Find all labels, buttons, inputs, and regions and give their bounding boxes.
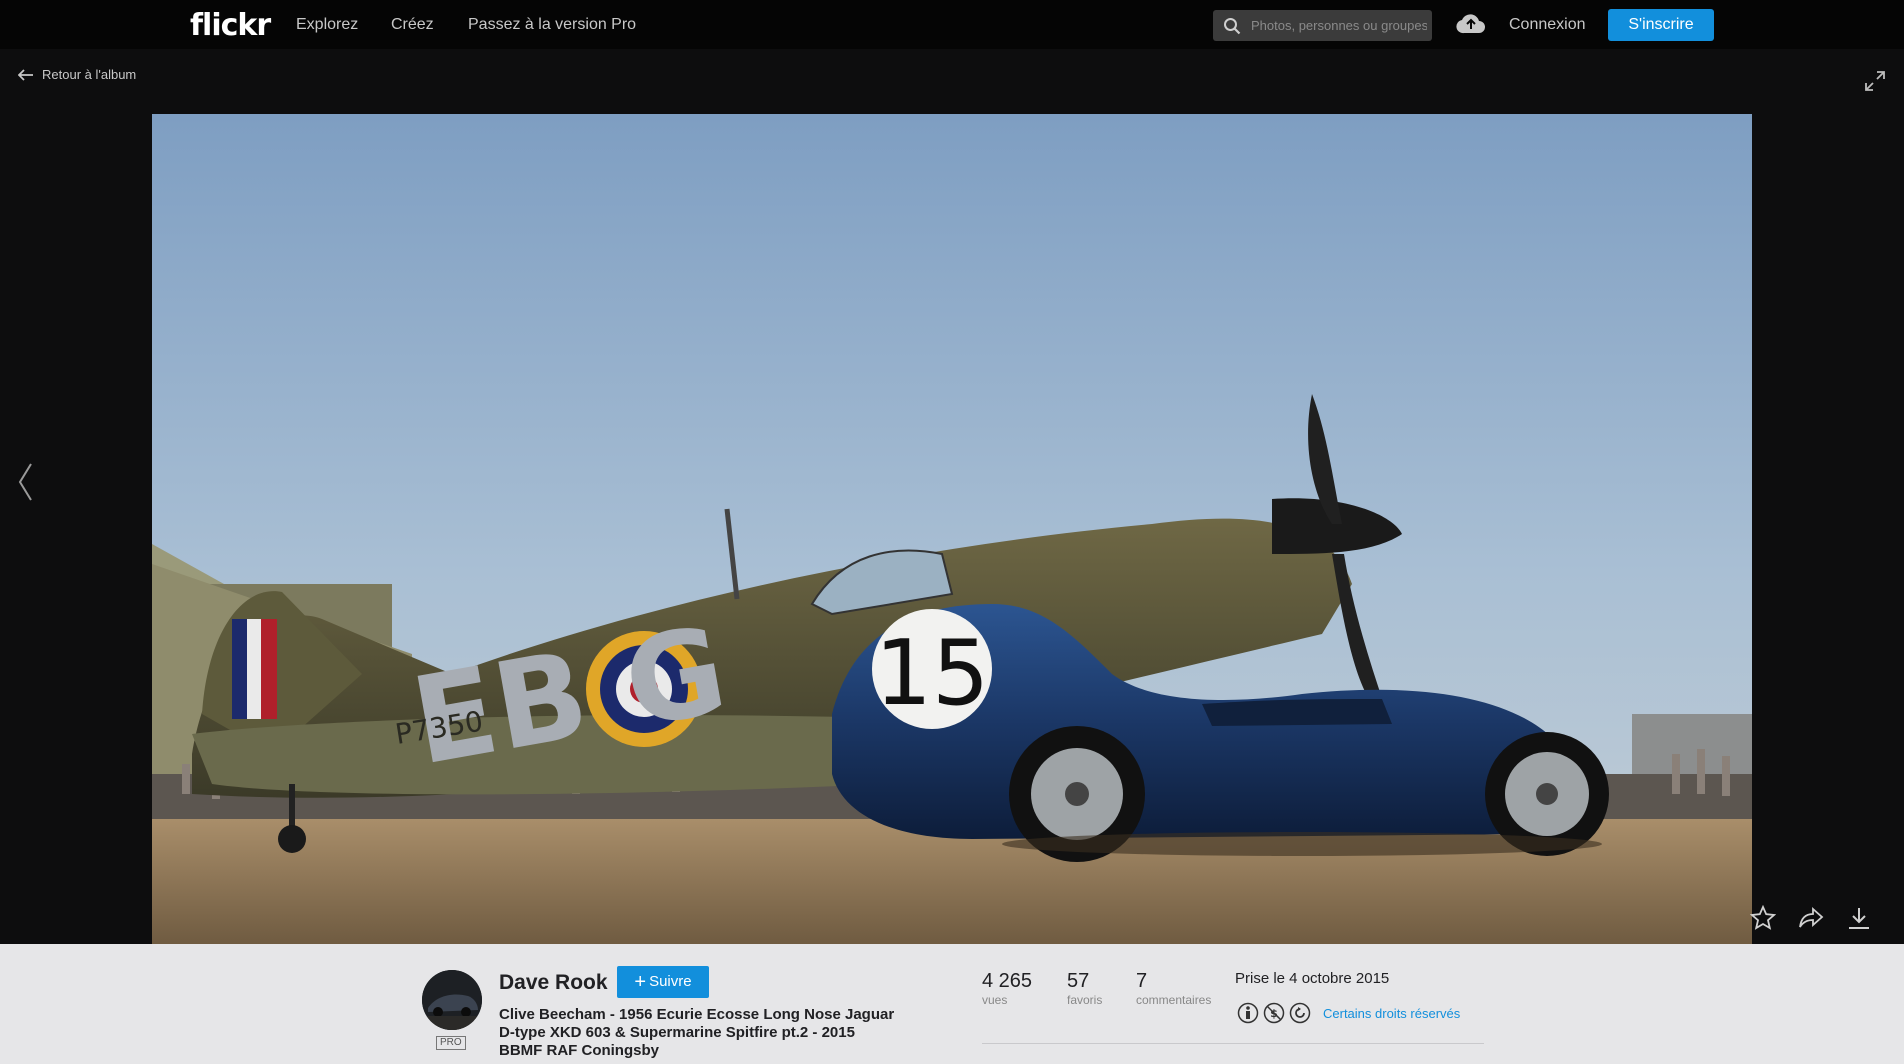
follow-label: Suivre bbox=[649, 973, 692, 990]
owner-avatar[interactable] bbox=[422, 970, 482, 1030]
date-taken: Prise le 4 octobre 2015 bbox=[1235, 970, 1390, 987]
stat-favorites: 57 favoris bbox=[1067, 970, 1102, 1007]
nav-upgrade-pro[interactable]: Passez à la version Pro bbox=[468, 16, 636, 34]
comments-count: 7 bbox=[1136, 970, 1148, 992]
owner-name[interactable]: Dave Rook bbox=[499, 971, 608, 995]
stat-views: 4 265 vues bbox=[982, 970, 1032, 1007]
comments-label: commentaires bbox=[1136, 993, 1212, 1007]
nav-create[interactable]: Créez bbox=[391, 16, 434, 34]
photo-title-line: BBMF RAF Coningsby bbox=[499, 1042, 659, 1059]
login-link[interactable]: Connexion bbox=[1509, 16, 1586, 34]
main-photo[interactable]: EB G P7350 15 bbox=[152, 114, 1752, 947]
cc-sharealike-icon bbox=[1289, 1002, 1311, 1024]
search-box[interactable] bbox=[1213, 10, 1432, 41]
cc-attribution-icon bbox=[1237, 1002, 1259, 1024]
back-to-album-link[interactable]: Retour à l'album bbox=[18, 67, 136, 82]
plus-icon: + bbox=[634, 971, 647, 993]
views-label: vues bbox=[982, 993, 1008, 1007]
arrow-left-icon bbox=[18, 68, 33, 81]
top-navigation-bar: flickr Explorez Créez Passez à la versio… bbox=[0, 0, 1904, 49]
expand-icon[interactable] bbox=[1864, 70, 1886, 92]
follow-button[interactable]: + Suivre bbox=[617, 966, 709, 998]
signup-button[interactable]: S'inscrire bbox=[1608, 9, 1714, 41]
car-race-number: 15 bbox=[875, 621, 990, 726]
cc-noncommercial-icon: $ bbox=[1263, 1002, 1285, 1024]
stat-comments: 7 commentaires bbox=[1136, 970, 1211, 1007]
favorite-star-icon[interactable] bbox=[1750, 905, 1776, 931]
photo-title-line: D-type XKD 603 & Supermarine Spitfire pt… bbox=[499, 1024, 855, 1041]
photo-title-line: Clive Beecham - 1956 Ecurie Ecosse Long … bbox=[499, 1006, 895, 1023]
pro-badge: PRO bbox=[436, 1036, 466, 1050]
stats-divider bbox=[982, 1043, 1484, 1044]
download-icon[interactable] bbox=[1846, 905, 1872, 931]
search-icon bbox=[1224, 18, 1241, 35]
photo-title: Clive Beecham - 1956 Ecurie Ecosse Long … bbox=[499, 1006, 919, 1060]
previous-photo-arrow-icon[interactable] bbox=[16, 462, 36, 502]
views-count: 4 265 bbox=[982, 970, 1033, 992]
favorites-count: 57 bbox=[1067, 970, 1090, 992]
flickr-logo[interactable]: flickr bbox=[190, 8, 271, 43]
nav-explore[interactable]: Explorez bbox=[296, 16, 358, 34]
favorites-label: favoris bbox=[1067, 993, 1103, 1007]
search-input[interactable] bbox=[1251, 10, 1427, 41]
photo-info-panel bbox=[0, 944, 1904, 1064]
upload-cloud-icon[interactable] bbox=[1456, 12, 1486, 34]
license-info[interactable]: $ Certains droits réservés bbox=[1237, 1002, 1460, 1024]
license-link[interactable]: Certains droits réservés bbox=[1323, 1006, 1460, 1021]
share-icon[interactable] bbox=[1798, 905, 1824, 931]
back-label: Retour à l'album bbox=[42, 67, 137, 82]
